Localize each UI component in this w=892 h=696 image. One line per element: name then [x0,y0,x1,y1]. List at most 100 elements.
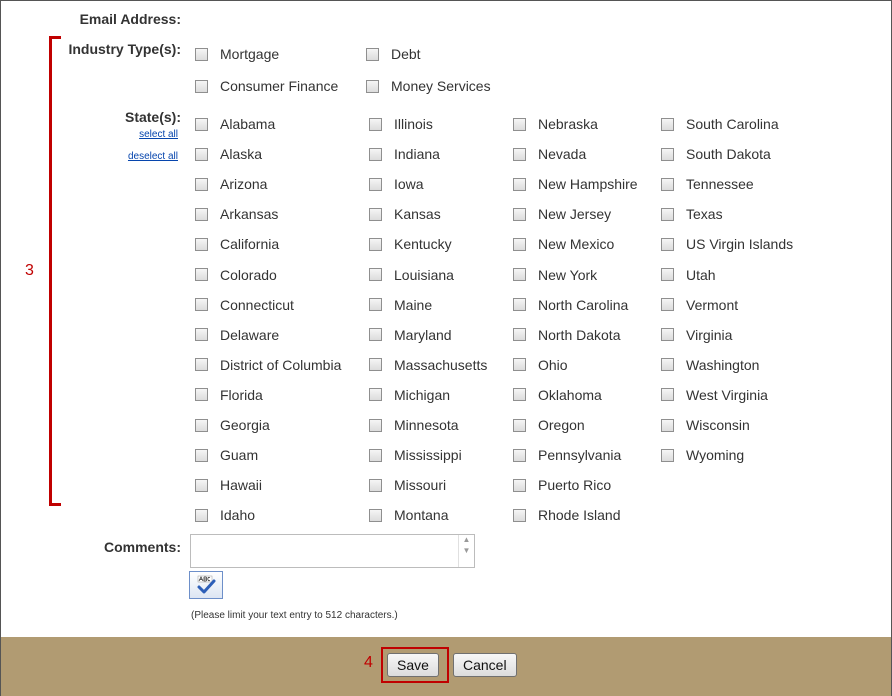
state-colorado[interactable]: Colorado [195,267,277,283]
state-vermont[interactable]: Vermont [661,297,738,313]
state-alabama[interactable]: Alabama [195,116,275,132]
state-delaware-checkbox[interactable] [195,328,208,342]
state-south-carolina[interactable]: South Carolina [661,116,779,132]
state-alaska-checkbox[interactable] [195,147,208,161]
state-georgia-checkbox[interactable] [195,418,208,432]
industry-debt[interactable]: Debt [366,46,421,62]
industry-money-services-checkbox[interactable] [366,79,379,93]
state-texas[interactable]: Texas [661,206,723,222]
state-idaho[interactable]: Idaho [195,507,255,523]
state-kansas[interactable]: Kansas [369,206,441,222]
state-tennessee[interactable]: Tennessee [661,176,754,192]
state-connecticut[interactable]: Connecticut [195,297,294,313]
state-guam[interactable]: Guam [195,447,258,463]
state-new-york[interactable]: New York [513,267,597,283]
state-florida[interactable]: Florida [195,387,263,403]
state-michigan[interactable]: Michigan [369,387,450,403]
state-washington[interactable]: Washington [661,357,759,373]
state-north-carolina-checkbox[interactable] [513,298,526,312]
state-west-virginia-checkbox[interactable] [661,388,674,402]
state-new-jersey-checkbox[interactable] [513,207,526,221]
industry-mortgage[interactable]: Mortgage [195,46,279,62]
state-arkansas-checkbox[interactable] [195,207,208,221]
comments-textarea[interactable]: ▲ ▼ [190,534,475,568]
state-wisconsin[interactable]: Wisconsin [661,417,750,433]
state-south-dakota-checkbox[interactable] [661,147,674,161]
state-pennsylvania-checkbox[interactable] [513,448,526,462]
state-florida-checkbox[interactable] [195,388,208,402]
industry-money-services[interactable]: Money Services [366,78,491,94]
state-montana-checkbox[interactable] [369,508,382,522]
state-montana[interactable]: Montana [369,507,448,523]
state-us-virgin-islands[interactable]: US Virgin Islands [661,236,793,252]
state-north-dakota-checkbox[interactable] [513,328,526,342]
industry-consumer-finance[interactable]: Consumer Finance [195,78,338,94]
state-west-virginia[interactable]: West Virginia [661,387,768,403]
state-connecticut-checkbox[interactable] [195,298,208,312]
state-vermont-checkbox[interactable] [661,298,674,312]
state-puerto-rico[interactable]: Puerto Rico [513,477,611,493]
state-wyoming[interactable]: Wyoming [661,447,744,463]
state-rhode-island[interactable]: Rhode Island [513,507,621,523]
industry-consumer-finance-checkbox[interactable] [195,79,208,93]
state-district-of-columbia-checkbox[interactable] [195,358,208,372]
state-indiana[interactable]: Indiana [369,146,440,162]
state-north-carolina[interactable]: North Carolina [513,297,628,313]
state-nevada-checkbox[interactable] [513,147,526,161]
state-wyoming-checkbox[interactable] [661,448,674,462]
state-oregon-checkbox[interactable] [513,418,526,432]
state-oregon[interactable]: Oregon [513,417,585,433]
state-minnesota[interactable]: Minnesota [369,417,459,433]
state-minnesota-checkbox[interactable] [369,418,382,432]
state-louisiana[interactable]: Louisiana [369,267,454,283]
state-maine-checkbox[interactable] [369,298,382,312]
state-texas-checkbox[interactable] [661,207,674,221]
state-new-hampshire-checkbox[interactable] [513,177,526,191]
state-utah-checkbox[interactable] [661,268,674,281]
state-california[interactable]: California [195,236,279,252]
scroll-up-icon[interactable]: ▲ [459,535,474,544]
state-mississippi[interactable]: Mississippi [369,447,462,463]
state-washington-checkbox[interactable] [661,358,674,372]
state-alabama-checkbox[interactable] [195,117,208,131]
state-new-york-checkbox[interactable] [513,268,526,281]
state-kentucky-checkbox[interactable] [369,237,382,251]
spellcheck-button[interactable] [189,571,223,599]
state-maine[interactable]: Maine [369,297,432,313]
state-kentucky[interactable]: Kentucky [369,236,452,252]
state-missouri-checkbox[interactable] [369,478,382,492]
state-iowa[interactable]: Iowa [369,176,424,192]
state-georgia[interactable]: Georgia [195,417,270,433]
state-south-carolina-checkbox[interactable] [661,117,674,131]
state-hawaii[interactable]: Hawaii [195,477,262,493]
state-nevada[interactable]: Nevada [513,146,586,162]
comments-scrollbar[interactable]: ▲ ▼ [458,535,474,567]
industry-debt-checkbox[interactable] [366,47,379,61]
state-district-of-columbia[interactable]: District of Columbia [195,357,341,373]
save-button[interactable]: Save [387,653,439,677]
state-guam-checkbox[interactable] [195,448,208,462]
state-mississippi-checkbox[interactable] [369,448,382,462]
state-kansas-checkbox[interactable] [369,207,382,221]
state-us-virgin-islands-checkbox[interactable] [661,237,674,251]
state-arkansas[interactable]: Arkansas [195,206,278,222]
state-oklahoma[interactable]: Oklahoma [513,387,602,403]
state-idaho-checkbox[interactable] [195,508,208,522]
state-puerto-rico-checkbox[interactable] [513,478,526,492]
state-pennsylvania[interactable]: Pennsylvania [513,447,621,463]
state-alaska[interactable]: Alaska [195,146,262,162]
state-virginia-checkbox[interactable] [661,328,674,342]
state-missouri[interactable]: Missouri [369,477,446,493]
state-nebraska-checkbox[interactable] [513,117,526,131]
state-massachusetts[interactable]: Massachusetts [369,357,487,373]
state-ohio[interactable]: Ohio [513,357,568,373]
state-new-hampshire[interactable]: New Hampshire [513,176,638,192]
state-michigan-checkbox[interactable] [369,388,382,402]
state-hawaii-checkbox[interactable] [195,478,208,492]
state-indiana-checkbox[interactable] [369,147,382,161]
state-virginia[interactable]: Virginia [661,327,732,343]
state-arizona[interactable]: Arizona [195,176,267,192]
state-iowa-checkbox[interactable] [369,177,382,191]
state-new-jersey[interactable]: New Jersey [513,206,611,222]
state-oklahoma-checkbox[interactable] [513,388,526,402]
